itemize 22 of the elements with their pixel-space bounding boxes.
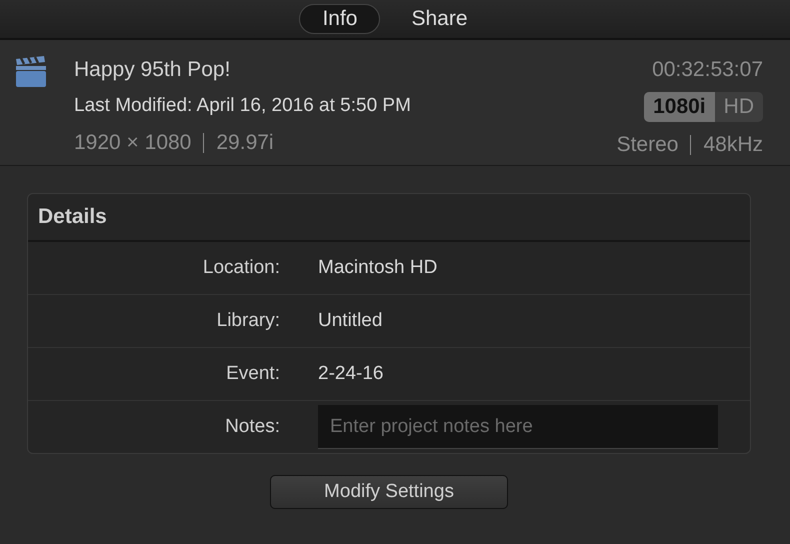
- field-value: Macintosh HD: [318, 257, 438, 279]
- clapperboard-icon: [14, 56, 48, 90]
- duration: 00:32:53:07: [652, 57, 763, 83]
- format-class: HD: [722, 94, 755, 120]
- last-modified: Last Modified: April 16, 2016 at 5:50 PM: [74, 94, 412, 118]
- audio-channels: Stereo: [616, 132, 678, 158]
- panel-title: Details: [38, 205, 107, 229]
- frame-rate: 29.97i: [216, 130, 274, 156]
- format-label: 1080i: [644, 92, 715, 122]
- field-label: Event:: [225, 363, 280, 385]
- field-label: Library:: [216, 310, 280, 332]
- sample-rate: 48kHz: [703, 132, 763, 158]
- resolution: 1920 × 1080: [74, 130, 192, 156]
- field-label: Notes:: [224, 416, 280, 438]
- tab[interactable]: Share: [388, 4, 491, 34]
- project-title: Happy 95th Pop!: [74, 57, 232, 83]
- field-value: 2-24-16: [318, 363, 384, 385]
- modify-settings-button[interactable]: Modify Settings: [270, 475, 508, 509]
- notes-field[interactable]: Enter project notes here: [318, 405, 718, 449]
- tab[interactable]: Info: [299, 4, 380, 34]
- field-label: Location:: [202, 257, 280, 279]
- field-value: Untitled: [318, 310, 384, 332]
